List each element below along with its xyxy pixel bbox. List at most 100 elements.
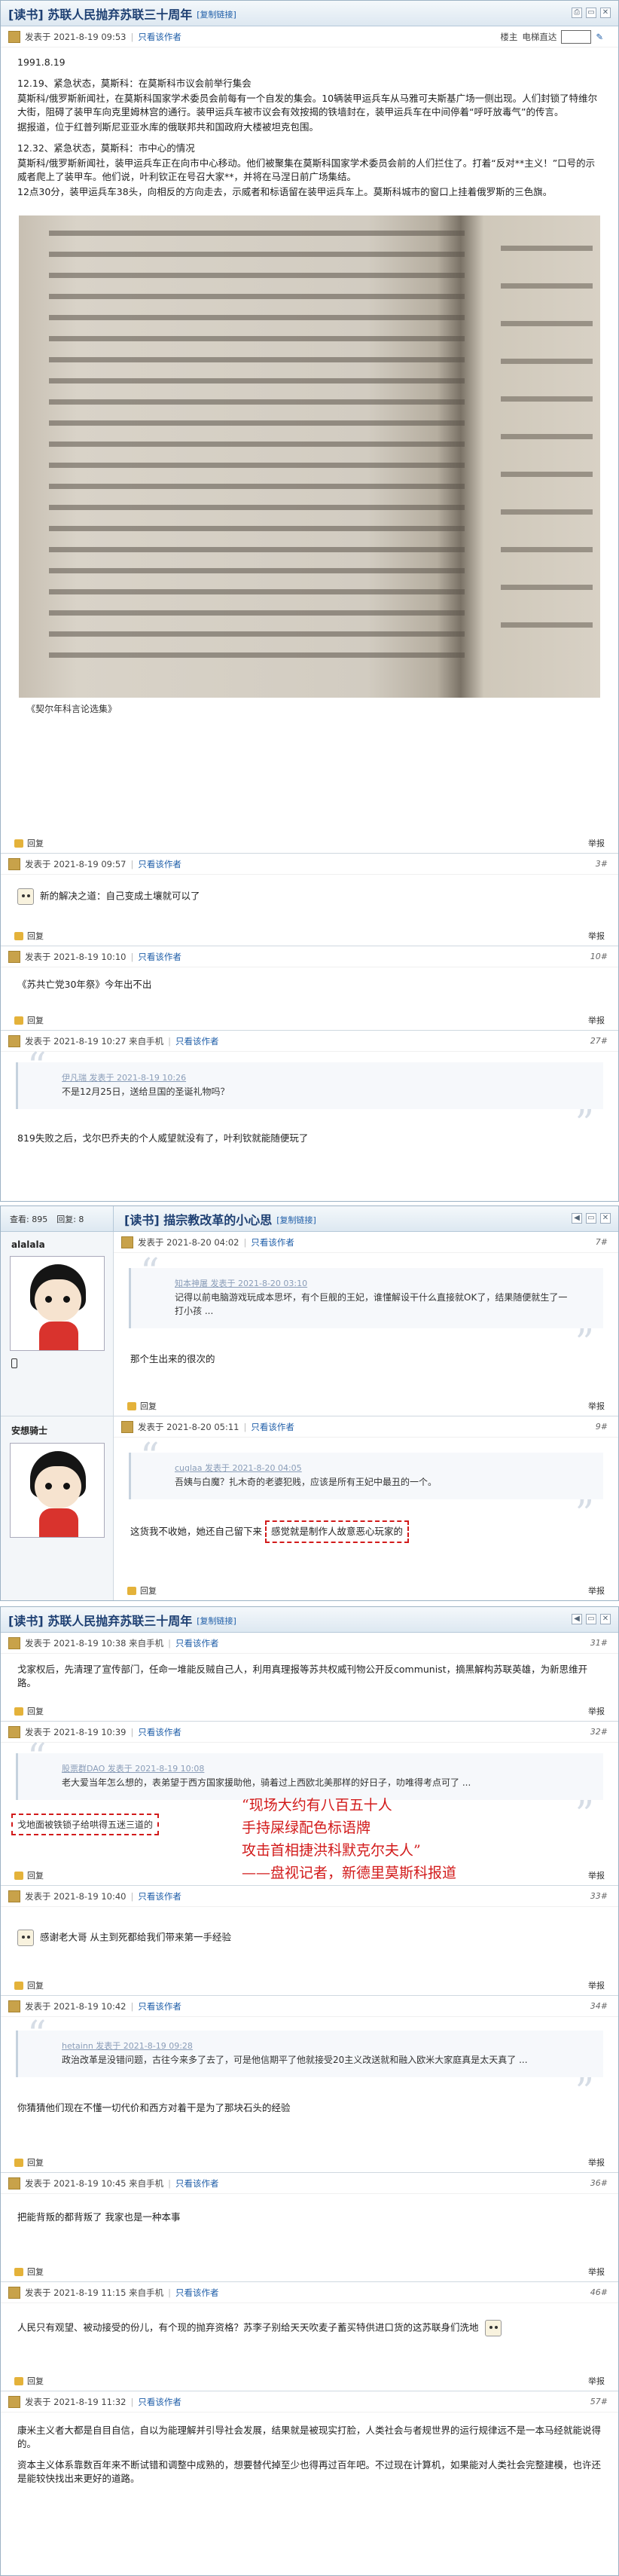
floor-number[interactable]: 46# [590, 2287, 608, 2297]
quote-author[interactable]: hetainn 发表于 2021-8-19 09:28 [62, 2040, 573, 2053]
floor-label: 楼主 [500, 31, 518, 42]
report-link[interactable]: 举报 [588, 930, 605, 942]
annotation-line: 攻击首相捷洪科默克尔夫人” [242, 1842, 421, 1859]
separator: | [168, 1035, 171, 1047]
copy-link-button[interactable]: [复制链接] [197, 8, 236, 20]
post-footer: 回复 举报 [1, 2153, 618, 2172]
floor-input[interactable] [561, 29, 592, 44]
only-author-link[interactable]: 只看该作者 [138, 31, 181, 43]
avatar-icon [8, 2395, 20, 2408]
quote-text: 政治改革是没错问题，古往今来多了去了，可是他信期平了他就接受20主义改送就和融入… [62, 2055, 528, 2065]
only-author-link[interactable]: 只看该作者 [138, 2396, 181, 2408]
post-body: 那个生出来的很次的 [114, 1343, 618, 1372]
reply-button[interactable]: 回复 [27, 1014, 44, 1026]
reply-button[interactable]: 回复 [27, 2266, 44, 2278]
report-link[interactable]: 举报 [588, 1584, 605, 1597]
close-icon[interactable]: ✕ [600, 8, 611, 18]
floor-number[interactable]: 3# [596, 859, 608, 869]
report-link[interactable]: 举报 [588, 2156, 605, 2168]
report-link[interactable]: 举报 [588, 1869, 605, 1881]
report-link[interactable]: 举报 [588, 2375, 605, 2387]
only-author-link[interactable]: 只看该作者 [138, 1890, 181, 1902]
close-icon[interactable]: ✕ [600, 1614, 611, 1624]
floor-number[interactable]: 9# [596, 1422, 608, 1432]
reply-post: 发表于 2021-8-19 10:40 | 只看该作者 33# 感谢老大哥 从主… [1, 1886, 618, 1996]
print-icon[interactable]: ▭ [586, 1213, 596, 1224]
reply-button[interactable]: 回复 [27, 1979, 44, 1991]
reply-button[interactable]: 回复 [27, 2375, 44, 2387]
post-meta: 发表于 2021-8-19 10:38 来自手机 | 只看该作者 31# [1, 1633, 618, 1654]
print-icon[interactable]: ⎙ [572, 8, 582, 18]
reply-button[interactable]: 回复 [27, 930, 44, 942]
thread-title[interactable]: [读书] 苏联人民抛弃苏联三十周年 [8, 5, 192, 23]
pencil-icon[interactable]: ✎ [596, 32, 603, 42]
username[interactable]: 安想骑士 [11, 1424, 113, 1437]
tab-icon[interactable]: ◀ [572, 1614, 582, 1624]
separator: | [130, 1890, 134, 1902]
reply-button[interactable]: 回复 [27, 1705, 44, 1717]
quote-author[interactable]: cuglaa 发表于 2021-8-20 04:05 [175, 1462, 573, 1475]
report-link[interactable]: 举报 [588, 2266, 605, 2278]
reply-icon [14, 1871, 23, 1880]
reply-button[interactable]: 回复 [140, 1400, 157, 1412]
annotation-line: 手持屎绿配色标语牌 [242, 1820, 371, 1836]
avatar-icon [8, 1890, 20, 1902]
thread1-header: [读书] 苏联人民抛弃苏联三十周年 [复制链接] ⎙ ▭ ✕ [1, 1, 618, 26]
post-body: 这货我不收她，她还自己留下来 感觉就是制作人故意恶心玩家的 [114, 1514, 618, 1549]
quote-text: 不是12月25日，送给旦国的圣诞礼物吗？ [62, 1086, 230, 1097]
only-author-link[interactable]: 只看该作者 [175, 1637, 219, 1649]
username[interactable]: alalala [11, 1239, 113, 1250]
floor-number[interactable]: 27# [590, 1036, 608, 1046]
only-author-link[interactable]: 只看该作者 [138, 858, 181, 870]
post-footer: 回复 举报 [1, 1976, 618, 1995]
quote-text: 记得以前电脑游戏玩成本思坏，有个巨舰的王妃，谁懂解设干什么直接就OK了，结果随便… [175, 1292, 568, 1316]
close-icon[interactable]: ✕ [600, 1213, 611, 1224]
floor-number[interactable]: 34# [590, 2001, 608, 2011]
floor-number[interactable]: 33# [590, 1891, 608, 1901]
highlighted-text: 戈地面被铁锁子给哄得五迷三道的 [11, 1814, 160, 1835]
report-link[interactable]: 举报 [588, 1400, 605, 1412]
floor-number[interactable]: 7# [596, 1237, 608, 1247]
quote-author[interactable]: 伊凡瑞 发表于 2021-8-19 10:26 [62, 1071, 573, 1085]
only-author-link[interactable]: 只看该作者 [175, 2177, 219, 2189]
only-author-link[interactable]: 只看该作者 [138, 951, 181, 963]
reply-post: 发表于 2021-8-19 10:39 | 只看该作者 32# 股票群DAO 发… [1, 1722, 618, 1886]
floor-number[interactable]: 57# [590, 2397, 608, 2406]
only-author-link[interactable]: 只看该作者 [251, 1236, 294, 1248]
reply-button[interactable]: 回复 [27, 2156, 44, 2168]
only-author-link[interactable]: 只看该作者 [251, 1421, 294, 1433]
only-author-link[interactable]: 只看该作者 [138, 1726, 181, 1738]
floor-number[interactable]: 36# [590, 2178, 608, 2188]
report-link[interactable]: 举报 [588, 1979, 605, 1991]
reply-button[interactable]: 回复 [27, 837, 44, 849]
tab-icon[interactable]: ▭ [586, 8, 596, 18]
only-author-link[interactable]: 只看该作者 [138, 2000, 181, 2012]
reply-post: 发表于 2021-8-19 10:45 来自手机 | 只看该作者 36# 把能背… [1, 2173, 618, 2282]
post-paragraph: 12.32、紧急状态，莫斯科：市中心的情况 [17, 142, 195, 154]
image-caption: 《契尔年科言论选集》 [26, 704, 117, 714]
report-link[interactable]: 举报 [588, 1014, 605, 1026]
reply-post: 发表于 2021-8-19 10:10 | 只看该作者 10# 《苏共亡党30年… [1, 946, 618, 1031]
report-link[interactable]: 举报 [588, 837, 605, 849]
quote-author[interactable]: 股票群DAO 发表于 2021-8-19 10:08 [62, 1762, 573, 1776]
thread-title[interactable]: [读书] 描宗教改革的小心思 [124, 1210, 272, 1228]
reply-button[interactable]: 回复 [27, 1869, 44, 1881]
floor-number[interactable]: 31# [590, 1638, 608, 1648]
floor-number[interactable]: 32# [590, 1727, 608, 1737]
copy-link-button[interactable]: [复制链接] [276, 1214, 316, 1226]
print-icon[interactable]: ▭ [586, 1614, 596, 1624]
post-footer: 回复 举报 [114, 1581, 618, 1600]
reply-icon [127, 1586, 136, 1595]
report-link[interactable]: 举报 [588, 1705, 605, 1717]
quote-author[interactable]: 知本神屠 发表于 2021-8-20 03:10 [175, 1277, 573, 1291]
only-author-link[interactable]: 只看该作者 [175, 1035, 219, 1047]
avatar[interactable] [10, 1443, 105, 1538]
tab-icon[interactable]: ◀ [572, 1213, 582, 1224]
only-author-link[interactable]: 只看该作者 [175, 2287, 219, 2299]
floor-number[interactable]: 10# [590, 952, 608, 961]
copy-link-button[interactable]: [复制链接] [197, 1615, 236, 1627]
reply-button[interactable]: 回复 [140, 1584, 157, 1597]
thread-title[interactable]: [读书] 苏联人民抛弃苏联三十周年 [8, 1611, 192, 1629]
post-text: 这货我不收她，她还自己留下来 [130, 1526, 263, 1537]
avatar[interactable] [10, 1256, 105, 1351]
